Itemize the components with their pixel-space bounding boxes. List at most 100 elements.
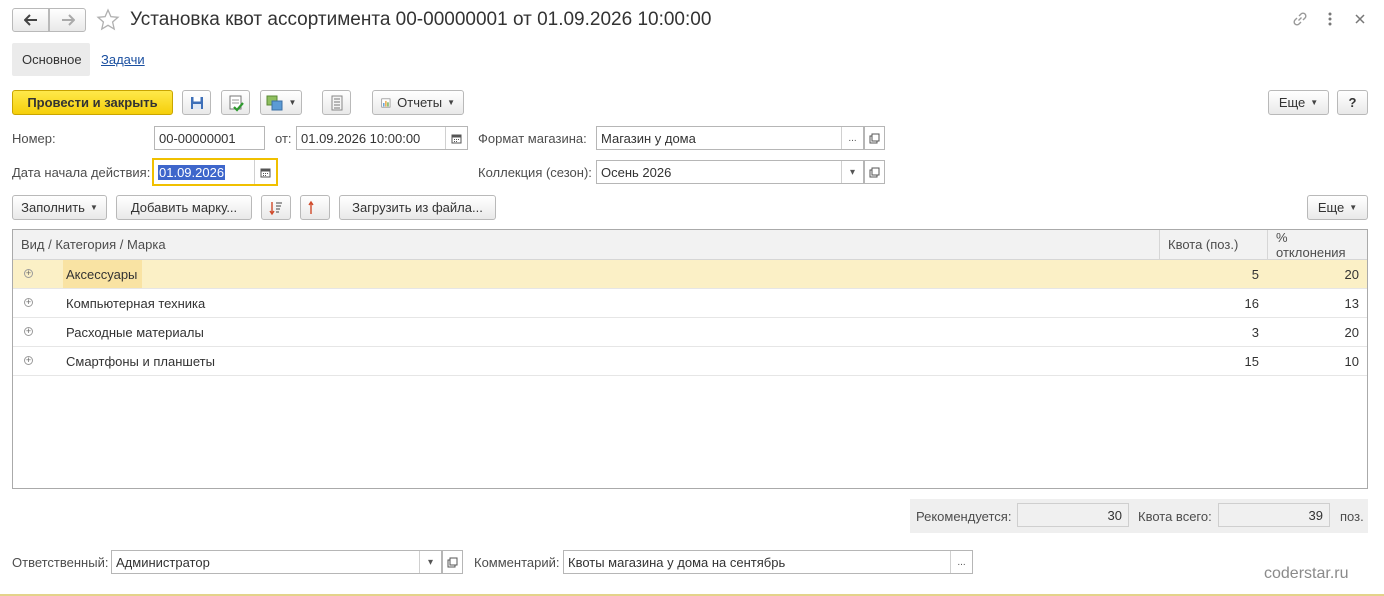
fill-label: Заполнить <box>21 200 85 215</box>
table-row[interactable]: + Смартфоны и планшеты 15 10 <box>13 347 1367 376</box>
store-format-field[interactable]: Магазин у дома ... <box>596 126 864 150</box>
structure-button[interactable] <box>322 90 351 115</box>
from-date-value: 01.09.2026 10:00:00 <box>301 130 421 146</box>
responsible-label: Ответственный: <box>12 555 109 570</box>
select-ellipsis-icon[interactable]: ... <box>950 551 972 573</box>
select-ellipsis-icon[interactable]: ... <box>841 127 863 149</box>
comment-field[interactable]: Квоты магазина у дома на сентябрь ... <box>563 550 973 574</box>
column-header-quota[interactable]: Квота (поз.) <box>1159 230 1267 259</box>
reports-icon <box>381 97 391 108</box>
row-deviation: 20 <box>1344 266 1359 282</box>
sort-descending-button[interactable] <box>261 195 291 220</box>
create-based-icon <box>266 95 283 110</box>
back-button[interactable] <box>12 8 49 32</box>
close-icon[interactable] <box>1352 11 1368 27</box>
row-deviation: 10 <box>1344 353 1359 369</box>
comment-label: Комментарий: <box>474 555 560 570</box>
more-vertical-icon[interactable] <box>1322 10 1338 28</box>
recommended-label: Рекомендуется: <box>916 509 1012 524</box>
open-icon[interactable] <box>442 550 463 574</box>
chevron-down-icon: ▼ <box>89 203 98 212</box>
favorite-star-icon[interactable] <box>96 8 120 32</box>
row-name: Аксессуары <box>63 260 142 288</box>
sort-ascending-button[interactable] <box>300 195 330 220</box>
tab-main[interactable]: Основное <box>12 43 90 76</box>
row-quota: 16 <box>1244 295 1259 311</box>
start-date-value: 01.09.2026 <box>158 164 226 180</box>
tab-tasks[interactable]: Задачи <box>91 43 155 76</box>
number-field[interactable]: 00-00000001 <box>154 126 265 150</box>
add-brand-button[interactable]: Добавить марку... <box>116 195 252 220</box>
sort-descending-icon <box>269 201 282 215</box>
open-icon[interactable] <box>864 160 885 184</box>
load-from-file-button[interactable]: Загрузить из файла... <box>339 195 496 220</box>
table-more-label: Еще <box>1317 200 1345 215</box>
table-more-button[interactable]: Еще ▼ <box>1307 195 1368 220</box>
post-and-close-button[interactable]: Провести и закрыть <box>12 90 173 115</box>
start-date-field[interactable]: 01.09.2026 <box>152 158 278 186</box>
table-row[interactable]: + Компьютерная техника 16 13 <box>13 289 1367 318</box>
watermark: coderstar.ru <box>1264 565 1349 582</box>
reports-label: Отчеты <box>397 95 443 110</box>
more-button[interactable]: Еще ▼ <box>1268 90 1329 115</box>
table-row[interactable]: + Расходные материалы 3 20 <box>13 318 1367 347</box>
row-name: Расходные материалы <box>66 324 204 340</box>
expand-icon[interactable]: + <box>24 298 33 307</box>
expand-icon[interactable]: + <box>24 356 33 365</box>
row-quota: 5 <box>1251 266 1259 282</box>
store-format-value: Магазин у дома <box>601 130 696 146</box>
row-deviation: 20 <box>1344 324 1359 340</box>
expand-icon[interactable]: + <box>24 327 33 336</box>
from-date-field[interactable]: 01.09.2026 10:00:00 <box>296 126 468 150</box>
help-button[interactable]: ? <box>1337 90 1368 115</box>
more-label: Еще <box>1278 95 1306 110</box>
tab-main-label: Основное <box>22 52 82 67</box>
collection-value: Осень 2026 <box>601 164 672 180</box>
calendar-icon[interactable] <box>254 160 276 184</box>
total-quota-label: Квота всего: <box>1138 509 1212 524</box>
row-quota: 15 <box>1244 353 1259 369</box>
column-header-deviation[interactable]: % отклонения <box>1267 230 1367 260</box>
dropdown-chevron-icon[interactable]: ▾ <box>841 161 863 183</box>
tab-tasks-label: Задачи <box>101 52 145 67</box>
table-row[interactable]: + Аксессуары 5 20 <box>13 260 1367 289</box>
fill-button[interactable]: Заполнить ▼ <box>12 195 107 220</box>
collection-label: Коллекция (сезон): <box>478 165 592 180</box>
create-based-on-button[interactable]: ▼ <box>260 90 302 115</box>
number-value: 00-00000001 <box>159 130 236 146</box>
save-button[interactable] <box>182 90 211 115</box>
responsible-field[interactable]: Администратор ▾ <box>111 550 442 574</box>
dropdown-chevron-icon[interactable]: ▾ <box>419 551 441 573</box>
from-label: от: <box>275 131 292 146</box>
comment-value: Квоты магазина у дома на сентябрь <box>568 554 786 570</box>
window-title: Установка квот ассортимента 00-00000001 … <box>130 9 712 30</box>
save-icon <box>190 96 203 109</box>
link-icon[interactable] <box>1291 10 1309 28</box>
row-name: Смартфоны и планшеты <box>66 353 215 369</box>
open-icon[interactable] <box>864 126 885 150</box>
forward-button[interactable] <box>49 8 86 32</box>
quota-table[interactable]: Вид / Категория / Марка Квота (поз.) % о… <box>12 229 1368 489</box>
table-header: Вид / Категория / Марка Квота (поз.) % о… <box>13 230 1367 260</box>
chevron-down-icon: ▼ <box>1310 98 1319 107</box>
recommended-value: 30 <box>1017 503 1129 527</box>
number-label: Номер: <box>12 131 56 146</box>
total-quota-value: 39 <box>1218 503 1330 527</box>
unit-label: поз. <box>1340 509 1364 524</box>
calendar-icon[interactable] <box>445 127 467 149</box>
chevron-down-icon: ▼ <box>1349 203 1358 212</box>
list-icon <box>331 95 342 110</box>
arrow-left-icon <box>23 14 37 26</box>
post-document-icon <box>229 95 244 112</box>
sort-ascending-icon <box>308 200 321 214</box>
reports-button[interactable]: Отчеты ▼ <box>372 90 464 115</box>
column-header-category[interactable]: Вид / Категория / Марка <box>13 230 1159 259</box>
expand-icon[interactable]: + <box>24 269 33 278</box>
collection-field[interactable]: Осень 2026 ▾ <box>596 160 864 184</box>
chevron-down-icon: ▼ <box>288 98 297 107</box>
responsible-value: Администратор <box>116 554 210 570</box>
store-format-label: Формат магазина: <box>478 131 587 146</box>
post-button[interactable] <box>221 90 250 115</box>
row-quota: 3 <box>1251 324 1259 340</box>
chevron-down-icon: ▼ <box>447 98 455 107</box>
